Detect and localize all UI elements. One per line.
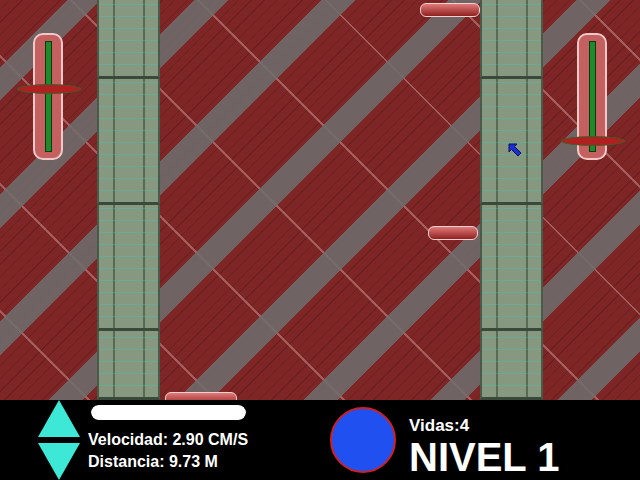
speed-readout: Velocidad: 2.90 CM/S <box>88 429 288 451</box>
hud-bar: Velocidad: 2.90 CM/SDistancia: 9.73 M Vid… <box>0 400 640 480</box>
cell-column <box>97 0 160 400</box>
game-screen: Velocidad: 2.90 CM/SDistancia: 9.73 M Vid… <box>0 0 640 480</box>
speed-controls <box>38 400 80 480</box>
slider-track <box>45 41 52 152</box>
cell-segment <box>97 331 160 400</box>
cursor-arrow-icon <box>507 142 523 158</box>
speed-down-icon[interactable] <box>38 443 80 480</box>
cell-segment <box>97 79 160 205</box>
cell-column <box>480 0 543 400</box>
control-slider[interactable] <box>577 33 607 160</box>
speed-up-icon[interactable] <box>38 400 80 437</box>
progress-fill <box>91 405 246 420</box>
tissue-field <box>0 0 640 400</box>
control-slider[interactable] <box>33 33 63 160</box>
distance-readout: Distancia: 9.73 M <box>88 451 288 473</box>
progress-bar <box>91 405 246 420</box>
red-cell-obstacle <box>165 392 237 400</box>
red-cell-obstacle <box>428 226 478 240</box>
cell-segment <box>480 331 543 400</box>
stats-panel: Velocidad: 2.90 CM/SDistancia: 9.73 M <box>88 400 288 480</box>
cell-segment <box>97 0 160 79</box>
lives-counter: Vidas:4 <box>409 416 559 436</box>
red-cell-obstacle <box>420 3 480 17</box>
player-orb-icon <box>330 407 396 473</box>
cell-segment <box>480 0 543 79</box>
cell-segment <box>480 205 543 331</box>
slider-handle[interactable] <box>17 84 81 94</box>
slider-handle[interactable] <box>561 136 625 146</box>
cell-segment <box>480 79 543 205</box>
cell-segment <box>97 205 160 331</box>
level-label: NIVEL 1 <box>409 436 559 478</box>
status-panel: Vidas:4NIVEL 1 <box>409 400 559 480</box>
